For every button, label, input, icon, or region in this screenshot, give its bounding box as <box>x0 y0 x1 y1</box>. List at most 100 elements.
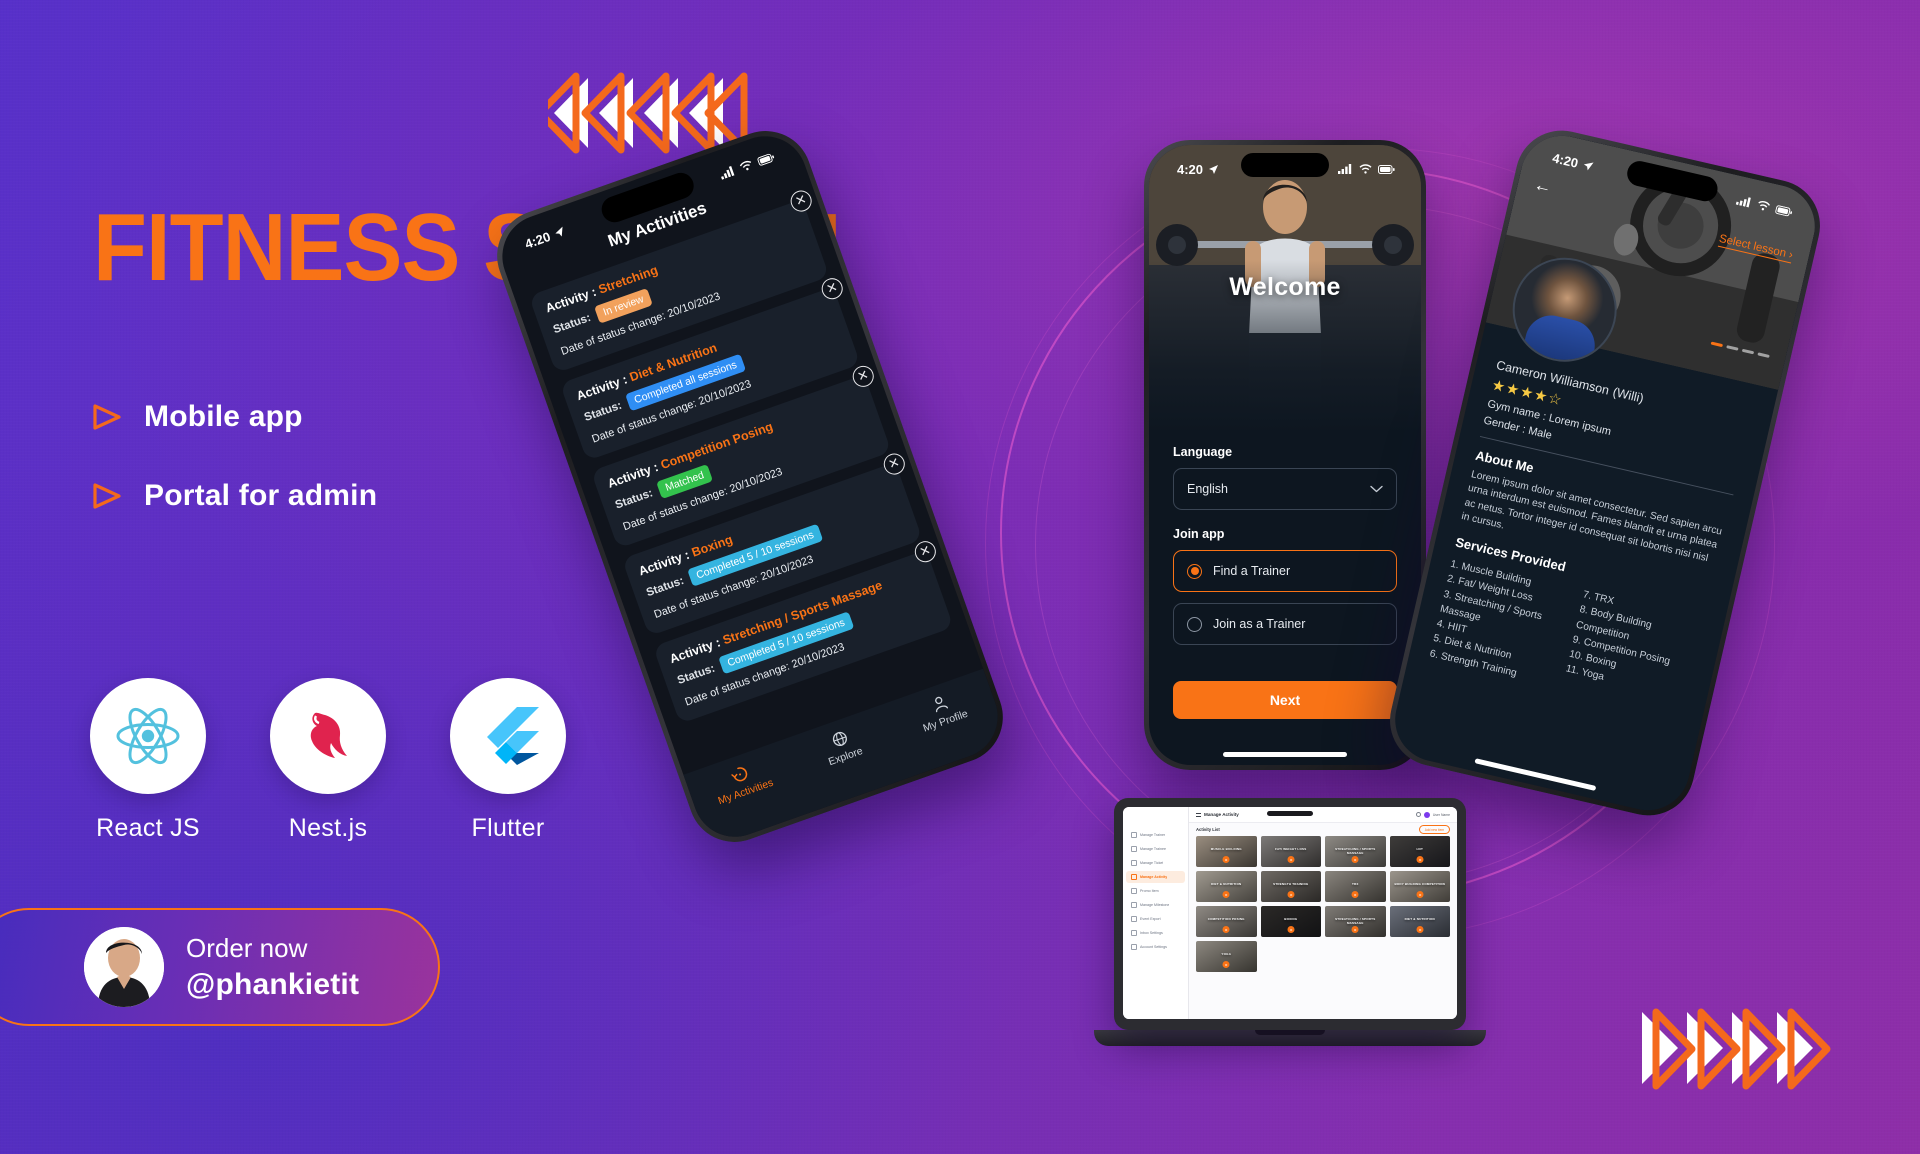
handle-label: @phankietit <box>186 967 360 1001</box>
bell-icon[interactable] <box>1415 812 1421 817</box>
radio-find-a-trainer[interactable]: Find a Trainer <box>1173 550 1397 592</box>
laptop-admin-portal: Manage Trainer Manage Trainee Manage Tic… <box>1094 798 1486 1046</box>
play-icon[interactable] <box>1351 891 1359 898</box>
sidebar-item-account-settings[interactable]: Account Settings <box>1126 941 1185 953</box>
radio-dot-icon <box>1187 563 1202 579</box>
play-icon[interactable] <box>1287 926 1295 933</box>
play-icon[interactable] <box>1416 856 1424 863</box>
sidebar-item-manage-trainer[interactable]: Manage Trainer <box>1126 829 1185 841</box>
add-new-item-button[interactable]: Add new item <box>1418 824 1450 835</box>
phone-welcome: 4:20 Welcome Language English Join app F… <box>1144 140 1426 770</box>
join-app-label: Join app <box>1173 527 1225 541</box>
sidebar-item-manage-trainee[interactable]: Manage Trainee <box>1126 843 1185 855</box>
close-icon[interactable]: ✕ <box>849 362 877 390</box>
sidebar-item-label: Manage Ticket <box>1140 861 1164 865</box>
nav-item-my-profile[interactable]: My Profile <box>893 680 991 742</box>
activity-card-grid: MUSCLE BUILDING FAT/ WEIGHT LOSS STREATC… <box>1189 836 1457 1019</box>
radio-label: Join as a Trainer <box>1213 617 1306 631</box>
tech-stack-react: React JS <box>90 678 206 843</box>
services-column-left: 1. Muscle Building 2. Fat/ Weight Loss 3. … <box>1428 557 1573 689</box>
activity-card[interactable]: COMPETITION POSING <box>1196 906 1257 937</box>
laptop-lid: Manage Trainer Manage Trainee Manage Tic… <box>1114 798 1466 1030</box>
sidebar-item-label: Inbox Settings <box>1140 931 1163 935</box>
order-now-label: Order now <box>186 932 308 963</box>
react-icon <box>90 678 206 794</box>
location-arrow-icon <box>1584 161 1594 170</box>
welcome-heading: Welcome <box>1229 273 1341 301</box>
activity-card[interactable]: DIET & NUTRITION <box>1196 871 1257 902</box>
menu-icon[interactable] <box>1196 812 1201 817</box>
location-arrow-icon <box>1209 164 1219 174</box>
admin-sidebar[interactable]: Manage Trainer Manage Trainee Manage Tic… <box>1123 807 1189 1019</box>
close-icon[interactable]: ✕ <box>787 187 815 215</box>
sidebar-item-icon <box>1131 930 1137 936</box>
welcome-form: Language English Join app Find a Trainer… <box>1149 445 1421 656</box>
avatar[interactable] <box>1423 811 1430 818</box>
play-icon[interactable] <box>1222 856 1230 863</box>
activity-card-title: HIIT <box>1416 847 1423 851</box>
order-now-badge[interactable]: Order now @phankietit <box>0 908 440 1026</box>
activity-card-title: STREATCHING / SPORTS MASSAGE <box>1335 917 1376 925</box>
close-icon[interactable]: ✕ <box>818 275 846 303</box>
play-icon[interactable] <box>1222 891 1230 898</box>
admin-section-header: Activity List Add new item <box>1189 823 1457 836</box>
flutter-icon <box>450 678 566 794</box>
sidebar-item-icon <box>1131 888 1137 894</box>
activity-card[interactable]: HIIT <box>1389 836 1450 867</box>
notch <box>1241 153 1329 177</box>
sidebar-item-label: Event Export <box>1140 917 1161 921</box>
close-icon[interactable]: ✕ <box>880 450 908 478</box>
feature-item-mobile-app: Mobile app <box>92 400 377 434</box>
play-icon[interactable] <box>1416 891 1424 898</box>
activity-card[interactable]: YOGA <box>1196 941 1257 972</box>
play-icon[interactable] <box>1351 926 1359 933</box>
play-icon[interactable] <box>1222 961 1230 968</box>
sidebar-item-event-export[interactable]: Event Export <box>1126 913 1185 925</box>
admin-topbar-title: Manage Activity <box>1204 812 1239 817</box>
sidebar-item-icon <box>1131 944 1137 950</box>
play-icon[interactable] <box>1287 891 1295 898</box>
language-select[interactable]: English <box>1173 468 1397 510</box>
sidebar-item-manage-ticket[interactable]: Manage Ticket <box>1126 857 1185 869</box>
play-icon[interactable] <box>1287 856 1295 863</box>
activity-card[interactable]: MUSCLE BUILDING <box>1196 836 1257 867</box>
activity-card[interactable]: BODY BUILDING COMPETITION <box>1389 871 1450 902</box>
play-icon[interactable] <box>1351 856 1359 863</box>
nav-label: Explore <box>826 744 865 769</box>
feature-label: Portal for admin <box>144 479 378 512</box>
status-label: Status: <box>675 662 717 687</box>
activity-card-title: BOXING <box>1284 917 1298 921</box>
play-icon[interactable] <box>1222 926 1230 933</box>
tech-stack-label: Flutter <box>471 814 545 842</box>
person-icon <box>934 696 948 713</box>
sidebar-item-manage-milestone[interactable]: Manage Milestone <box>1126 899 1185 911</box>
laptop-base <box>1094 1030 1486 1046</box>
next-button[interactable]: Next <box>1173 681 1397 719</box>
nav-item-explore[interactable]: Explore <box>793 716 891 778</box>
sidebar-item-manage-activity[interactable]: Manage Activity <box>1126 871 1185 883</box>
activity-card[interactable]: TRX <box>1325 871 1386 902</box>
radio-join-as-trainer[interactable]: Join as a Trainer <box>1173 603 1397 645</box>
avatar <box>84 927 164 1007</box>
home-indicator <box>1223 752 1347 757</box>
cellular-icon <box>1338 164 1352 174</box>
activity-card[interactable]: BOXING <box>1260 906 1321 937</box>
feature-item-admin-portal: Portal for admin <box>92 479 377 513</box>
language-label: Language <box>1173 445 1233 459</box>
activity-card[interactable]: FAT/ WEIGHT LOSS <box>1260 836 1321 867</box>
activity-card[interactable]: STREATCHING / SPORTS MASSAGE <box>1325 836 1386 867</box>
sidebar-item-label: Account Settings <box>1140 945 1167 949</box>
nav-item-my-activities[interactable]: My Activities <box>693 751 791 813</box>
triangle-arrow-icon <box>92 403 122 431</box>
sidebar-item-inbox-settings[interactable]: Inbox Settings <box>1126 927 1185 939</box>
close-icon[interactable]: ✕ <box>911 538 939 566</box>
cellular-icon <box>1735 197 1751 208</box>
activity-card[interactable]: DIET & NUTRITION <box>1389 906 1450 937</box>
activity-card[interactable]: STRENGTH TRAINING <box>1260 871 1321 902</box>
activity-card[interactable]: STREATCHING / SPORTS MASSAGE <box>1325 906 1386 937</box>
sidebar-item-promo-item[interactable]: Promo Item <box>1126 885 1185 897</box>
status-time: 4:20 <box>522 228 553 252</box>
sidebar-item-icon <box>1131 860 1137 866</box>
play-icon[interactable] <box>1416 926 1424 933</box>
activity-card-title: DIET & NUTRITION <box>1211 882 1242 886</box>
